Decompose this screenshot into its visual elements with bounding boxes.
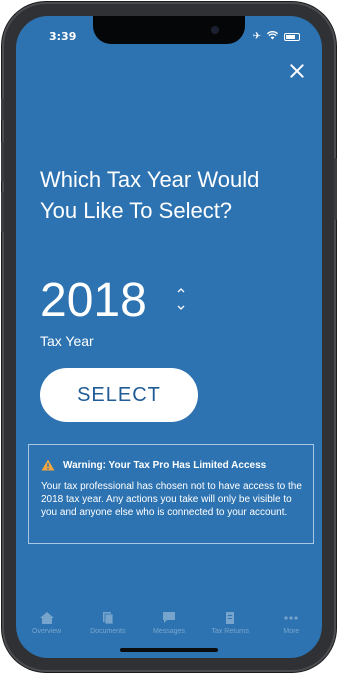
warning-header: Warning: Your Tax Pro Has Limited Access	[41, 459, 303, 471]
volume-up-button	[1, 142, 4, 182]
warning-box: Warning: Your Tax Pro Has Limited Access…	[28, 444, 314, 544]
tab-label: Tax Returns	[211, 627, 249, 635]
chevron-up-icon[interactable]	[177, 287, 185, 295]
camera-icon	[211, 26, 219, 34]
warning-icon	[41, 459, 55, 471]
documents-icon	[101, 611, 115, 624]
chevron-down-icon[interactable]	[177, 305, 185, 313]
status-icons: ✈	[253, 31, 300, 43]
tab-label: More	[283, 627, 300, 635]
tab-more[interactable]: More	[262, 612, 320, 635]
phone-frame: 3:39 ✈ Which Tax Year Would You Like To …	[1, 2, 337, 672]
app-screen: 3:39 ✈ Which Tax Year Would You Like To …	[16, 16, 322, 658]
home-indicator[interactable]	[120, 648, 218, 652]
power-button	[334, 158, 337, 220]
close-icon[interactable]	[288, 62, 306, 80]
status-time: 3:39	[49, 30, 77, 43]
tax-year-label: Tax Year	[40, 333, 94, 349]
tab-overview[interactable]: Overview	[18, 611, 76, 635]
tax-year-stepper[interactable]	[173, 284, 189, 318]
battery-icon	[284, 33, 300, 41]
notch	[93, 16, 245, 44]
tab-documents[interactable]: Documents	[79, 611, 137, 635]
wifi-icon	[266, 31, 279, 43]
warning-title: Warning: Your Tax Pro Has Limited Access	[63, 459, 267, 471]
volume-down-button	[1, 192, 4, 232]
tax-year-value[interactable]: 2018	[40, 274, 147, 328]
tab-tax-returns[interactable]: Tax Returns	[201, 611, 259, 635]
messages-icon	[162, 611, 176, 624]
warning-text: Your tax professional has chosen not to …	[41, 481, 302, 518]
airplane-icon: ✈	[252, 31, 261, 42]
more-icon	[284, 612, 298, 624]
bottom-tab-bar: Overview Documents Messages Tax Returns	[16, 604, 322, 642]
tab-messages[interactable]: Messages	[140, 611, 198, 635]
select-button[interactable]: SELECT	[40, 368, 198, 422]
tab-label: Messages	[153, 627, 185, 635]
tax-returns-icon	[223, 611, 237, 624]
silent-switch	[1, 98, 4, 120]
tab-label: Documents	[90, 627, 126, 635]
home-icon	[39, 611, 54, 624]
tab-label: Overview	[32, 627, 62, 635]
page-title: Which Tax Year Would You Like To Select?	[40, 167, 260, 223]
